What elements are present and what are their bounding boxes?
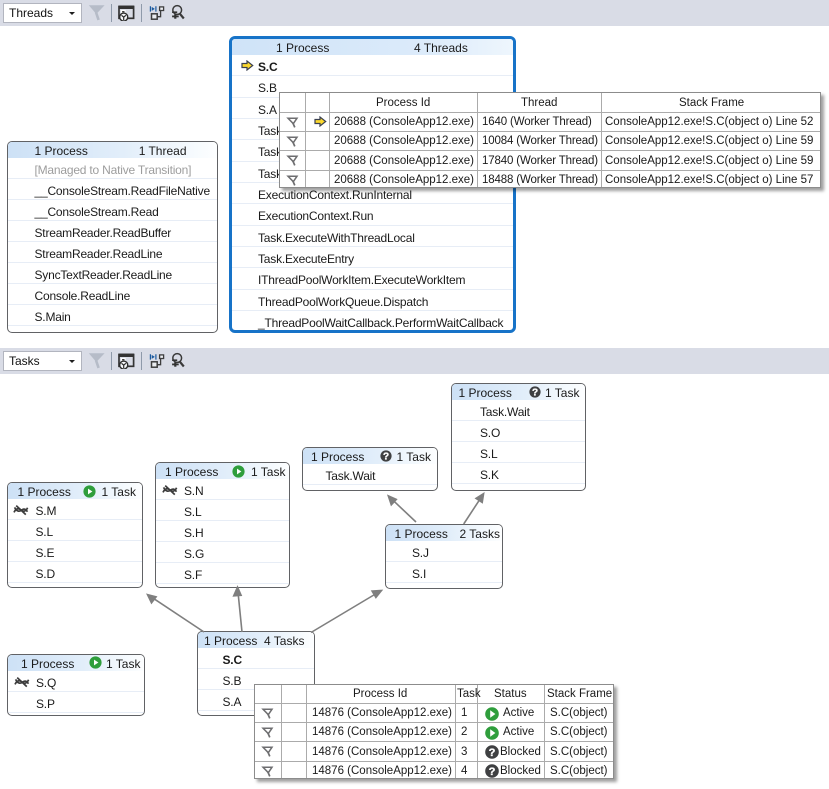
svg-text:?: ?: [531, 388, 537, 399]
svg-text:?: ?: [488, 747, 495, 759]
svg-text:?: ?: [383, 451, 389, 462]
svg-text:?: ?: [488, 766, 495, 778]
